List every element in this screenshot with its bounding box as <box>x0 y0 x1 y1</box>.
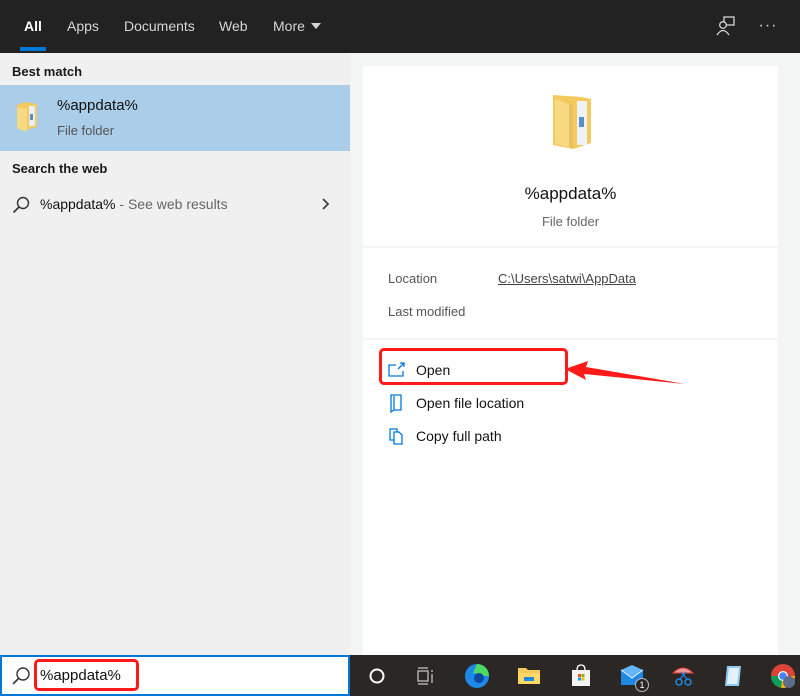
search-scope-tabs: All Apps Documents Web More ··· <box>0 0 800 53</box>
open-file-location-action[interactable]: Open file location <box>383 389 563 417</box>
highlight-search-annotation <box>34 659 139 691</box>
mail-badge: 1 <box>635 678 649 692</box>
store-button[interactable] <box>566 661 596 691</box>
cortana-icon <box>369 668 385 684</box>
copy-full-path-label: Copy full path <box>416 428 502 444</box>
folder-icon <box>17 102 37 132</box>
web-results-hint: - See web results <box>115 196 228 212</box>
preview-type: File folder <box>541 214 600 229</box>
file-explorer-button[interactable] <box>514 661 544 691</box>
chevron-right-icon <box>322 198 330 210</box>
more-options-button[interactable]: ··· <box>754 12 782 40</box>
best-match-result[interactable]: %appdata% File folder <box>0 85 350 151</box>
store-icon <box>572 664 590 686</box>
chrome-button[interactable] <box>768 661 798 691</box>
snipping-tool-button[interactable] <box>668 661 698 691</box>
tab-more[interactable]: More <box>273 0 321 53</box>
best-match-title: %appdata% <box>57 97 138 114</box>
task-view-button[interactable] <box>410 661 440 691</box>
notepad-button[interactable] <box>718 661 748 691</box>
best-match-heading: Best match <box>12 64 83 79</box>
edge-button[interactable] <box>462 661 492 691</box>
last-modified-label: Last modified <box>388 304 466 319</box>
tab-web[interactable]: Web <box>219 0 248 53</box>
tab-all[interactable]: All <box>20 0 46 53</box>
best-match-subtitle: File folder <box>57 123 115 138</box>
search-web-heading: Search the web <box>12 161 108 176</box>
preview-header: %appdata% File folder <box>363 66 778 246</box>
web-search-result[interactable]: %appdata% - See web results <box>0 185 350 223</box>
preview-title: %appdata% <box>524 184 617 203</box>
notepad-icon <box>725 666 741 686</box>
mail-button[interactable]: 1 <box>618 661 649 692</box>
web-query: %appdata% <box>40 196 116 212</box>
search-icon <box>12 667 30 685</box>
file-location-icon <box>390 394 402 413</box>
feedback-button[interactable] <box>712 12 740 40</box>
feedback-icon <box>716 16 735 36</box>
copy-full-path-action[interactable]: Copy full path <box>383 422 563 450</box>
preview-details: Location C:\Users\satwi\AppData Last mod… <box>363 248 778 338</box>
caret-down-icon <box>310 23 321 29</box>
results-panel: Best match %appdata% File folder Search … <box>0 53 350 655</box>
file-explorer-icon <box>518 668 540 684</box>
search-icon <box>12 196 30 214</box>
open-file-location-label: Open file location <box>416 395 525 411</box>
tab-more-label: More <box>273 18 305 34</box>
tab-documents[interactable]: Documents <box>124 0 195 53</box>
task-view-icon <box>417 667 433 685</box>
folder-icon <box>553 95 591 149</box>
taskbar: 1 <box>350 655 800 696</box>
highlight-open-annotation <box>379 348 568 385</box>
copy-icon <box>389 428 403 445</box>
snipping-tool-icon <box>671 667 695 686</box>
location-label: Location <box>388 271 438 286</box>
tab-apps[interactable]: Apps <box>67 0 99 53</box>
chrome-icon <box>771 664 795 688</box>
edge-icon <box>465 664 489 688</box>
annotation-arrow <box>565 361 685 384</box>
cortana-button[interactable] <box>362 661 392 691</box>
location-link[interactable]: C:\Users\satwi\AppData <box>498 271 636 286</box>
